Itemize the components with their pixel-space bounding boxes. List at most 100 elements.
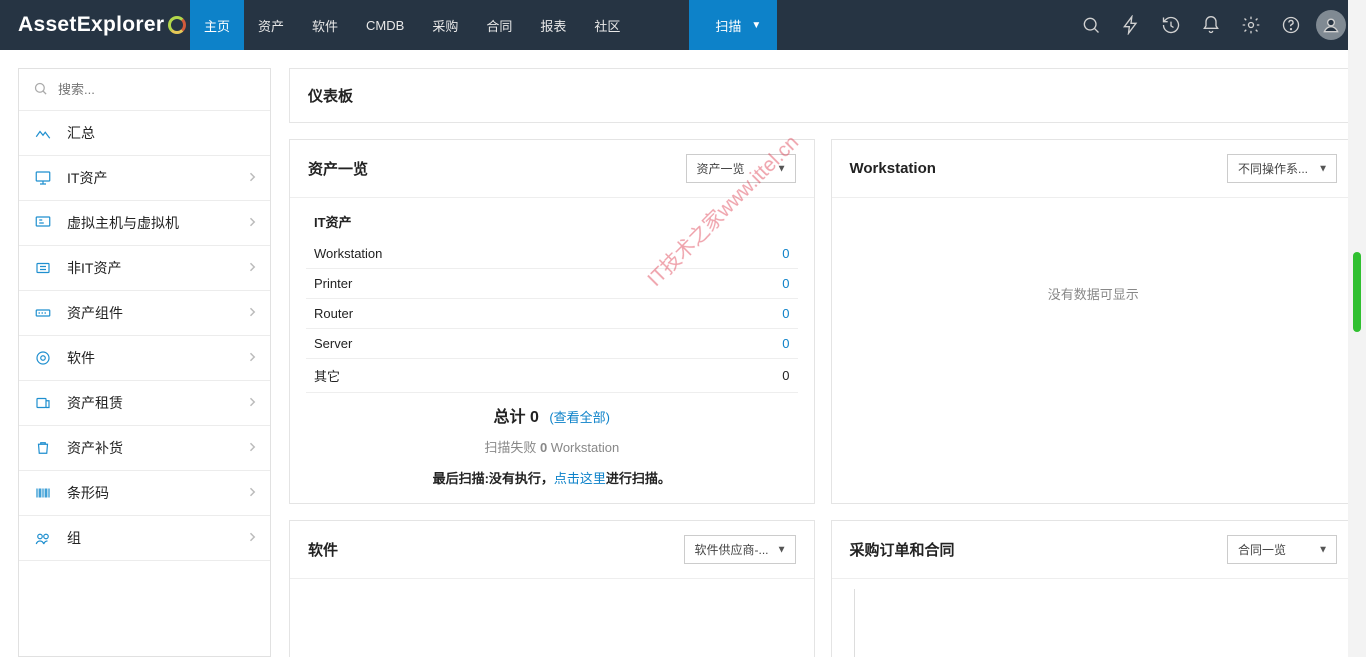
sidebar-item-4[interactable]: 资产组件 — [19, 291, 270, 336]
sidebar-item-label: 组 — [67, 528, 81, 548]
asset-value[interactable]: 0 — [691, 269, 797, 299]
main-area: 仪表板 资产一览 资产一览 ▼ IT资产 Workstation0Printer… — [289, 68, 1356, 657]
nav-tab-1[interactable]: 资产 — [244, 0, 298, 50]
sidebar-item-3[interactable]: 非IT资产 — [19, 246, 270, 291]
last-scan-row: 最后扫描:没有执行，点击这里进行扫描。 — [306, 460, 798, 487]
no-data-text: 没有数据可显示 — [290, 579, 814, 657]
scan-fail-row: 扫描失败 0 Workstation — [306, 433, 798, 460]
sidebar-search[interactable] — [19, 69, 270, 111]
sidebar-item-7[interactable]: 资产补货 — [19, 426, 270, 471]
asset-value[interactable]: 0 — [691, 299, 797, 329]
nav-actions — [1074, 0, 1366, 50]
sidebar-icon — [33, 258, 53, 278]
nav-tab-4[interactable]: 采购 — [418, 0, 472, 50]
nav-tab-0[interactable]: 主页 — [190, 0, 244, 50]
asset-row: 其它0 — [306, 359, 798, 393]
card-title: Workstation — [850, 160, 936, 177]
page-title: 仪表板 — [289, 68, 1356, 123]
sidebar-item-0[interactable]: 汇总 — [19, 111, 270, 156]
nav-tabs: 主页资产软件CMDB采购合同报表社区 — [190, 0, 634, 50]
sidebar-item-label: 非IT资产 — [67, 258, 121, 278]
sidebar-item-5[interactable]: 软件 — [19, 336, 270, 381]
scroll-thumb[interactable] — [1353, 252, 1361, 332]
sidebar: 汇总 IT资产虚拟主机与虚拟机非IT资产资产组件软件资产租赁资产补货条形码组 — [18, 68, 271, 657]
software-select[interactable]: 软件供应商-... ▼ — [684, 535, 796, 564]
asset-name: Router — [306, 299, 691, 329]
select-label: 资产一览 — [697, 162, 745, 176]
caret-down-icon: ▼ — [1318, 544, 1328, 555]
po-contract-select[interactable]: 合同一览 ▼ — [1227, 535, 1337, 564]
card-asset-list: 资产一览 资产一览 ▼ IT资产 Workstation0Printer0Rou… — [289, 139, 815, 504]
sidebar-item-label: 软件 — [67, 348, 95, 368]
workstation-select[interactable]: 不同操作系... ▼ — [1227, 154, 1337, 183]
caret-down-icon: ▼ — [1318, 163, 1328, 174]
nav-tab-7[interactable]: 社区 — [580, 0, 634, 50]
asset-value[interactable]: 0 — [691, 329, 797, 359]
asset-row: Server0 — [306, 329, 798, 359]
avatar-icon — [1316, 10, 1346, 40]
search-icon — [33, 81, 58, 99]
nav-tab-3[interactable]: CMDB — [352, 0, 418, 50]
asset-name: Printer — [306, 269, 691, 299]
nav-tab-2[interactable]: 软件 — [298, 0, 352, 50]
search-input[interactable] — [58, 82, 256, 97]
sidebar-item-label: 资产租赁 — [67, 393, 123, 413]
sidebar-icon — [33, 123, 53, 143]
sidebar-item-2[interactable]: 虚拟主机与虚拟机 — [19, 201, 270, 246]
bolt-icon[interactable] — [1114, 0, 1148, 50]
view-all-link[interactable]: (查看全部) — [549, 410, 610, 425]
gear-icon[interactable] — [1234, 0, 1268, 50]
select-label: 合同一览 — [1238, 543, 1286, 557]
user-menu[interactable] — [1314, 0, 1348, 50]
total-label: 总计 — [494, 409, 526, 426]
scan-label: 扫描 — [715, 16, 741, 35]
sidebar-icon — [33, 393, 53, 413]
card-title: 软件 — [308, 539, 338, 560]
chevron-right-icon — [248, 306, 256, 321]
history-icon[interactable] — [1154, 0, 1188, 50]
asset-group-header: IT资产 — [306, 210, 798, 239]
chevron-right-icon — [248, 216, 256, 231]
sidebar-icon — [33, 528, 53, 548]
bell-icon[interactable] — [1194, 0, 1228, 50]
sidebar-item-label: 虚拟主机与虚拟机 — [67, 213, 179, 233]
nav-tab-5[interactable]: 合同 — [472, 0, 526, 50]
asset-name: Workstation — [306, 239, 691, 269]
scrollbar[interactable] — [1348, 0, 1366, 657]
caret-down-icon: ▼ — [777, 163, 787, 174]
scan-now-link[interactable]: 点击这里 — [554, 471, 606, 486]
chevron-right-icon — [248, 351, 256, 366]
asset-value[interactable]: 0 — [691, 239, 797, 269]
sidebar-item-1[interactable]: IT资产 — [19, 156, 270, 201]
card-po-contract: 采购订单和合同 合同一览 ▼ 0 0 — [831, 520, 1357, 657]
card-title: 采购订单和合同 — [850, 539, 955, 560]
brand-logo: AssetExplorer — [0, 0, 190, 50]
sidebar-item-label: 资产补货 — [67, 438, 123, 458]
asset-row: Printer0 — [306, 269, 798, 299]
asset-total-row: 总计 0 (查看全部) — [306, 393, 798, 433]
no-data-text: 没有数据可显示 — [832, 198, 1356, 389]
contract-chart: 0 0 — [854, 589, 1334, 657]
help-icon[interactable] — [1274, 0, 1308, 50]
card-software: 软件 软件供应商-... ▼ 没有数据可显示 — [289, 520, 815, 657]
total-value: 0 — [530, 409, 539, 426]
search-icon[interactable] — [1074, 0, 1108, 50]
sidebar-icon — [33, 438, 53, 458]
sidebar-item-6[interactable]: 资产租赁 — [19, 381, 270, 426]
sidebar-item-label: 资产组件 — [67, 303, 123, 323]
sidebar-item-label: 条形码 — [67, 483, 109, 503]
asset-row: Router0 — [306, 299, 798, 329]
sidebar-icon — [33, 303, 53, 323]
asset-name: 其它 — [306, 359, 691, 393]
sidebar-item-label: 汇总 — [67, 123, 95, 143]
sidebar-item-9[interactable]: 组 — [19, 516, 270, 561]
sidebar-item-8[interactable]: 条形码 — [19, 471, 270, 516]
top-nav: AssetExplorer 主页资产软件CMDB采购合同报表社区 扫描 ▼ — [0, 0, 1366, 50]
caret-down-icon: ▼ — [777, 544, 787, 555]
sidebar-icon — [33, 483, 53, 503]
scan-button[interactable]: 扫描 ▼ — [689, 0, 777, 50]
card-title: 资产一览 — [308, 158, 368, 179]
asset-list-select[interactable]: 资产一览 ▼ — [686, 154, 796, 183]
nav-tab-6[interactable]: 报表 — [526, 0, 580, 50]
chevron-right-icon — [248, 531, 256, 546]
